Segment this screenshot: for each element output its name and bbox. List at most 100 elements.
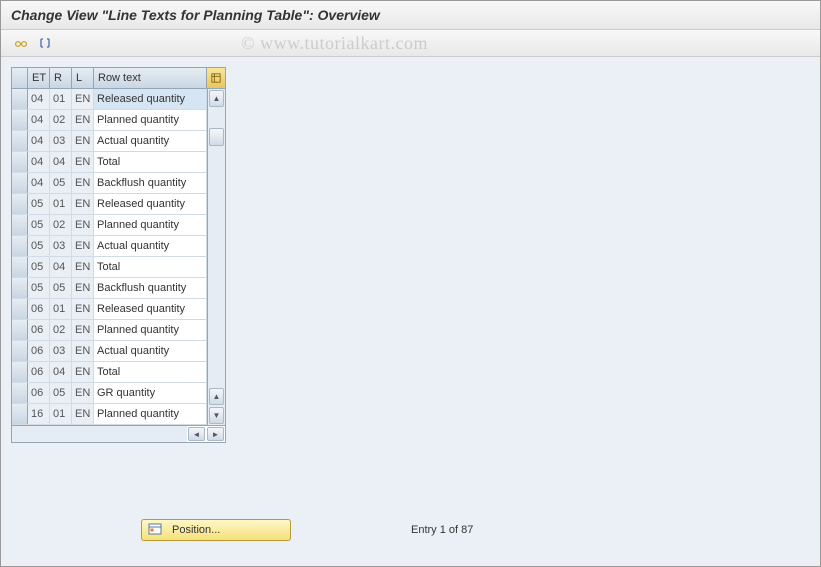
position-label: Position...	[172, 524, 220, 536]
cell-rowtext[interactable]: Released quantity	[94, 194, 207, 214]
content-area: ET R L Row text 0401ENReleased quantity0…	[1, 57, 820, 566]
cell-l: EN	[72, 215, 94, 235]
cell-r: 03	[50, 236, 72, 256]
table-row: 0605ENGR quantity	[12, 383, 207, 404]
column-header-rowtext[interactable]: Row text	[94, 68, 207, 88]
scroll-down-button[interactable]: ▼	[209, 407, 224, 424]
cell-rowtext[interactable]: Planned quantity	[94, 215, 207, 235]
column-header-selector[interactable]	[12, 68, 28, 88]
cell-et: 06	[28, 383, 50, 403]
column-header-et[interactable]: ET	[28, 68, 50, 88]
row-selector[interactable]	[12, 404, 28, 424]
position-button[interactable]: Position...	[141, 519, 291, 541]
cell-r: 01	[50, 404, 72, 424]
cell-r: 05	[50, 383, 72, 403]
row-selector[interactable]	[12, 194, 28, 214]
cell-r: 04	[50, 362, 72, 382]
toolbar-delimit-button[interactable]	[35, 34, 55, 52]
table-row: 0604ENTotal	[12, 362, 207, 383]
cell-rowtext[interactable]: GR quantity	[94, 383, 207, 403]
cell-et: 16	[28, 404, 50, 424]
scroll-track[interactable]	[209, 108, 224, 387]
glasses-icon	[14, 36, 28, 50]
cell-et: 04	[28, 131, 50, 151]
table-row: 0405ENBackflush quantity	[12, 173, 207, 194]
row-selector[interactable]	[12, 341, 28, 361]
column-header-l[interactable]: L	[72, 68, 94, 88]
table-row: 1601ENPlanned quantity	[12, 404, 207, 425]
horizontal-scrollbar[interactable]: ◄ ►	[12, 425, 225, 442]
row-selector[interactable]	[12, 236, 28, 256]
cell-rowtext[interactable]: Released quantity	[94, 299, 207, 319]
toolbar-other-view-button[interactable]	[11, 34, 31, 52]
cell-r: 01	[50, 194, 72, 214]
row-selector[interactable]	[12, 299, 28, 319]
row-selector[interactable]	[12, 320, 28, 340]
row-selector[interactable]	[12, 110, 28, 130]
cell-et: 05	[28, 257, 50, 277]
row-selector[interactable]	[12, 131, 28, 151]
cell-r: 02	[50, 110, 72, 130]
cell-r: 04	[50, 152, 72, 172]
scroll-up-page-button[interactable]: ▲	[209, 388, 224, 405]
cell-et: 05	[28, 236, 50, 256]
table-settings-icon	[211, 72, 221, 84]
row-selector[interactable]	[12, 89, 28, 109]
row-selector[interactable]	[12, 152, 28, 172]
cell-et: 06	[28, 299, 50, 319]
cell-rowtext[interactable]: Actual quantity	[94, 236, 207, 256]
table-row: 0602ENPlanned quantity	[12, 320, 207, 341]
cell-l: EN	[72, 383, 94, 403]
cell-et: 06	[28, 362, 50, 382]
hscroll-right-button[interactable]: ►	[207, 427, 224, 441]
cell-et: 05	[28, 278, 50, 298]
cell-et: 05	[28, 194, 50, 214]
page-title: Change View "Line Texts for Planning Tab…	[11, 7, 810, 23]
cell-r: 03	[50, 131, 72, 151]
row-selector[interactable]	[12, 257, 28, 277]
vertical-scrollbar[interactable]: ▲ ▲ ▼	[207, 89, 225, 425]
table-row: 0504ENTotal	[12, 257, 207, 278]
cell-et: 05	[28, 215, 50, 235]
footer: Position... Entry 1 of 87	[141, 519, 473, 541]
cell-rowtext[interactable]: Total	[94, 257, 207, 277]
table-config-button[interactable]	[207, 68, 225, 88]
cell-l: EN	[72, 194, 94, 214]
table-row: 0404ENTotal	[12, 152, 207, 173]
cell-rowtext[interactable]: Total	[94, 152, 207, 172]
cell-rowtext[interactable]: Backflush quantity	[94, 278, 207, 298]
toolbar	[1, 30, 820, 57]
cell-rowtext[interactable]: Planned quantity	[94, 320, 207, 340]
cell-r: 02	[50, 215, 72, 235]
hscroll-left-button[interactable]: ◄	[188, 427, 205, 441]
scroll-thumb[interactable]	[209, 128, 224, 146]
table-row: 0402ENPlanned quantity	[12, 110, 207, 131]
cell-rowtext[interactable]: Released quantity	[94, 89, 207, 109]
cell-l: EN	[72, 278, 94, 298]
cell-l: EN	[72, 404, 94, 424]
column-header-r[interactable]: R	[50, 68, 72, 88]
cell-rowtext[interactable]: Actual quantity	[94, 341, 207, 361]
table-header: ET R L Row text	[12, 68, 225, 89]
entry-counter: Entry 1 of 87	[411, 524, 473, 536]
table-row: 0603ENActual quantity	[12, 341, 207, 362]
cell-r: 05	[50, 278, 72, 298]
cell-et: 06	[28, 320, 50, 340]
row-selector[interactable]	[12, 383, 28, 403]
row-selector[interactable]	[12, 173, 28, 193]
cell-rowtext[interactable]: Planned quantity	[94, 110, 207, 130]
hscroll-track[interactable]	[12, 426, 187, 442]
row-selector[interactable]	[12, 278, 28, 298]
cell-rowtext[interactable]: Total	[94, 362, 207, 382]
cell-r: 01	[50, 299, 72, 319]
cell-rowtext[interactable]: Actual quantity	[94, 131, 207, 151]
cell-rowtext[interactable]: Backflush quantity	[94, 173, 207, 193]
row-selector[interactable]	[12, 362, 28, 382]
cell-l: EN	[72, 236, 94, 256]
scroll-up-button[interactable]: ▲	[209, 90, 224, 107]
table-row: 0403ENActual quantity	[12, 131, 207, 152]
cell-l: EN	[72, 299, 94, 319]
cell-r: 01	[50, 89, 72, 109]
cell-rowtext[interactable]: Planned quantity	[94, 404, 207, 424]
row-selector[interactable]	[12, 215, 28, 235]
